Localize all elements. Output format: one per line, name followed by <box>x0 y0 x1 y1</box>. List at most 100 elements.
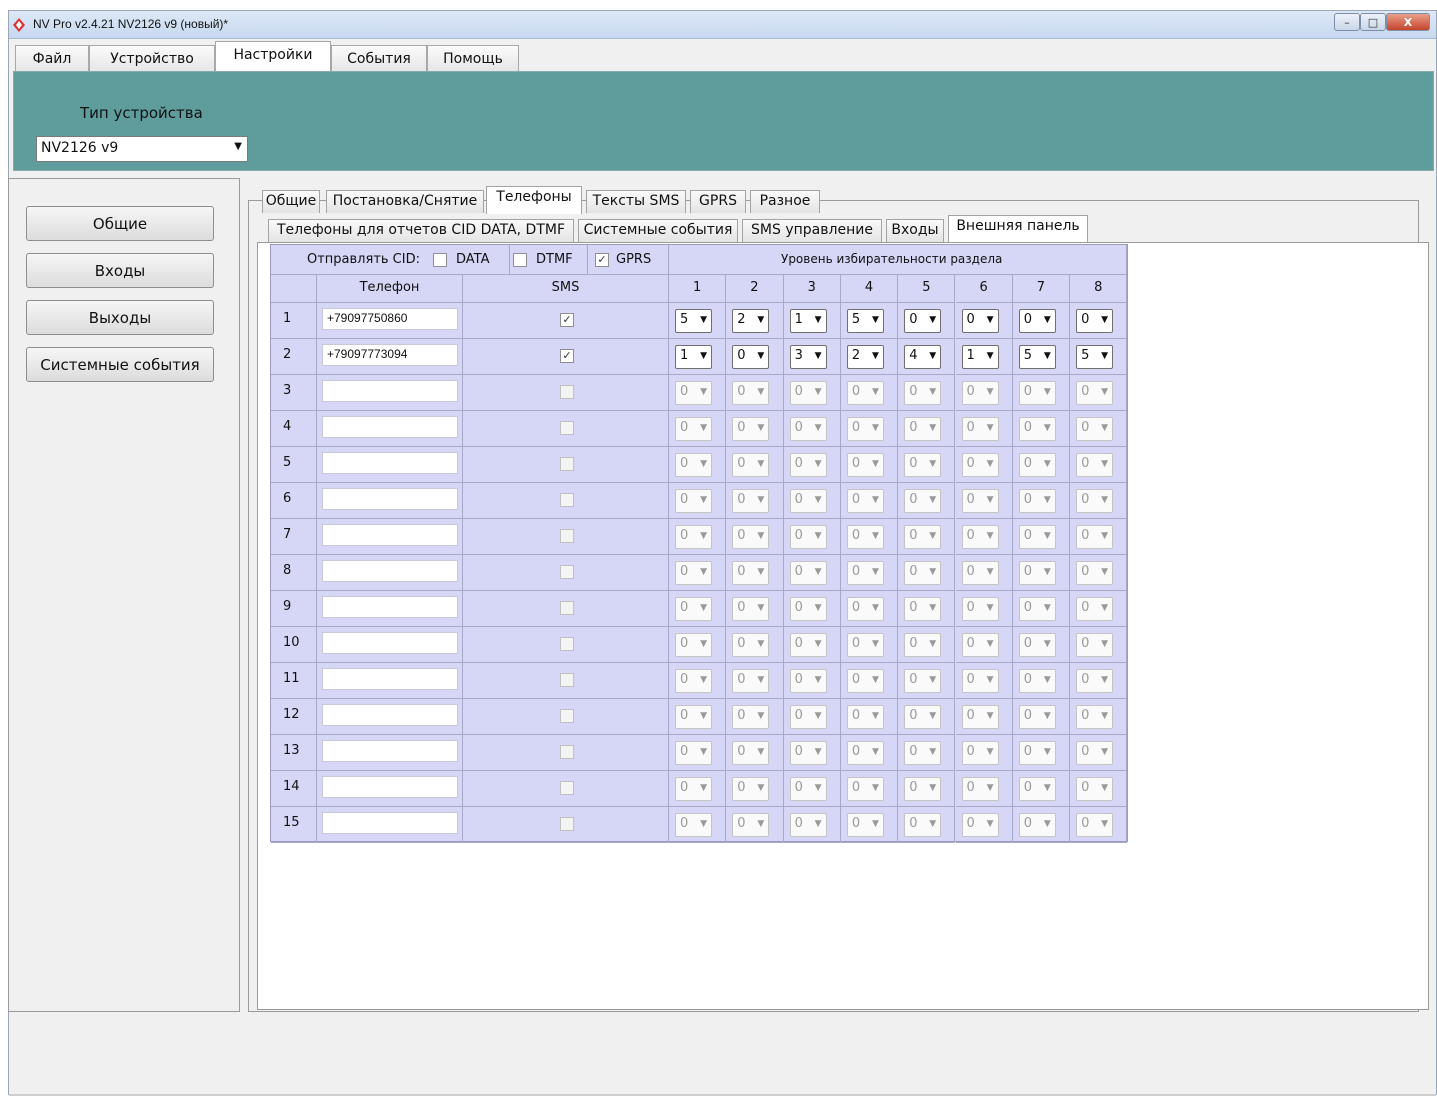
level-select[interactable]: 0 ▼ <box>1076 669 1114 693</box>
level-select[interactable]: 0 ▼ <box>961 381 999 405</box>
sms-checkbox[interactable] <box>560 817 574 831</box>
level-select[interactable]: 0 ▼ <box>846 633 884 657</box>
sms-checkbox[interactable] <box>560 745 574 759</box>
level-select[interactable]: 0 ▼ <box>1076 741 1114 765</box>
level-select[interactable]: 0 ▼ <box>904 669 942 693</box>
level-select[interactable]: 0 ▼ <box>1018 813 1056 837</box>
level-select[interactable]: 0 ▼ <box>846 813 884 837</box>
cid-gprs-checkbox[interactable]: ✓ <box>595 253 609 267</box>
level-select[interactable]: 0 ▼ <box>961 561 999 585</box>
phone-input[interactable] <box>322 812 458 834</box>
level-select[interactable]: 0 ▼ <box>732 561 770 585</box>
level-select[interactable]: 0 ▼ <box>961 525 999 549</box>
sidebar-button-inputs[interactable]: Входы <box>26 253 214 288</box>
sms-checkbox[interactable] <box>560 673 574 687</box>
tab-sms-control[interactable]: SMS управление <box>742 219 882 242</box>
level-select[interactable]: 0 ▼ <box>846 669 884 693</box>
phone-input[interactable] <box>322 488 458 510</box>
level-select[interactable]: 0 ▼ <box>1076 453 1114 477</box>
level-select[interactable]: 0 ▼ <box>732 741 770 765</box>
level-select[interactable]: 0 ▼ <box>846 417 884 441</box>
level-select[interactable]: 0 ▼ <box>904 633 942 657</box>
level-select[interactable]: 0 ▼ <box>1018 309 1056 333</box>
level-select[interactable]: 0 ▼ <box>1076 705 1114 729</box>
level-select[interactable]: 0 ▼ <box>1018 417 1056 441</box>
level-select[interactable]: 0 ▼ <box>1018 777 1056 801</box>
level-select[interactable]: 5 ▼ <box>1076 345 1114 369</box>
level-select[interactable]: 0 ▼ <box>846 489 884 513</box>
level-select[interactable]: 1 ▼ <box>961 345 999 369</box>
level-select[interactable]: 0 ▼ <box>846 525 884 549</box>
phone-input[interactable]: +79097773094 <box>322 344 458 366</box>
level-select[interactable]: 0 ▼ <box>675 561 712 585</box>
tab-sms-texts[interactable]: Тексты SMS <box>586 190 686 213</box>
level-select[interactable]: 0 ▼ <box>789 417 827 441</box>
cid-dtmf-checkbox[interactable] <box>513 253 527 267</box>
level-select[interactable]: 0 ▼ <box>904 777 942 801</box>
level-select[interactable]: 0 ▼ <box>732 669 770 693</box>
level-select[interactable]: 0 ▼ <box>846 777 884 801</box>
phone-input[interactable] <box>322 704 458 726</box>
cid-data-checkbox[interactable] <box>433 253 447 267</box>
sms-checkbox[interactable]: ✓ <box>560 313 574 327</box>
level-select[interactable]: 0 ▼ <box>675 813 712 837</box>
level-select[interactable]: 0 ▼ <box>675 741 712 765</box>
level-select[interactable]: 0 ▼ <box>675 597 712 621</box>
level-select[interactable]: 0 ▼ <box>904 417 942 441</box>
level-select[interactable]: 0 ▼ <box>1076 633 1114 657</box>
tab-inputs[interactable]: Входы <box>886 219 944 242</box>
phone-input[interactable] <box>322 668 458 690</box>
sms-checkbox[interactable] <box>560 601 574 615</box>
level-select[interactable]: 0 ▼ <box>904 453 942 477</box>
level-select[interactable]: 0 ▼ <box>675 525 712 549</box>
tab-general[interactable]: Общие <box>262 190 320 213</box>
level-select[interactable]: 0 ▼ <box>846 705 884 729</box>
level-select[interactable]: 4 ▼ <box>904 345 942 369</box>
maximize-button[interactable]: □ <box>1360 13 1386 31</box>
level-select[interactable]: 0 ▼ <box>1018 597 1056 621</box>
level-select[interactable]: 0 ▼ <box>1076 597 1114 621</box>
level-select[interactable]: 0 ▼ <box>789 489 827 513</box>
level-select[interactable]: 0 ▼ <box>846 381 884 405</box>
menu-settings[interactable]: Настройки <box>215 41 331 71</box>
level-select[interactable]: 0 ▼ <box>961 417 999 441</box>
level-select[interactable]: 0 ▼ <box>789 777 827 801</box>
sms-checkbox[interactable]: ✓ <box>560 349 574 363</box>
level-select[interactable]: 0 ▼ <box>732 381 770 405</box>
level-select[interactable]: 0 ▼ <box>961 669 999 693</box>
level-select[interactable]: 0 ▼ <box>961 597 999 621</box>
level-select[interactable]: 0 ▼ <box>732 345 770 369</box>
level-select[interactable]: 0 ▼ <box>1018 525 1056 549</box>
level-select[interactable]: 0 ▼ <box>732 633 770 657</box>
tab-phones[interactable]: Телефоны <box>486 186 582 214</box>
level-select[interactable]: 0 ▼ <box>789 381 827 405</box>
sidebar-button-outputs[interactable]: Выходы <box>26 300 214 335</box>
level-select[interactable]: 5 ▼ <box>846 309 884 333</box>
menu-device[interactable]: Устройство <box>89 45 215 71</box>
sms-checkbox[interactable] <box>560 529 574 543</box>
level-select[interactable]: 0 ▼ <box>961 705 999 729</box>
level-select[interactable]: 0 ▼ <box>1018 489 1056 513</box>
level-select[interactable]: 0 ▼ <box>1076 561 1114 585</box>
level-select[interactable]: 0 ▼ <box>789 633 827 657</box>
level-select[interactable]: 0 ▼ <box>675 669 712 693</box>
sidebar-button-system-events[interactable]: Системные события <box>26 347 214 382</box>
level-select[interactable]: 0 ▼ <box>732 489 770 513</box>
level-select[interactable]: 0 ▼ <box>904 561 942 585</box>
level-select[interactable]: 0 ▼ <box>789 741 827 765</box>
level-select[interactable]: 0 ▼ <box>904 309 942 333</box>
sms-checkbox[interactable] <box>560 709 574 723</box>
level-select[interactable]: 3 ▼ <box>789 345 827 369</box>
level-select[interactable]: 0 ▼ <box>675 777 712 801</box>
tab-cid-phones[interactable]: Телефоны для отчетов CID DATA, DTMF <box>268 219 574 242</box>
tab-arm-disarm[interactable]: Постановка/Снятие <box>326 190 484 213</box>
level-select[interactable]: 0 ▼ <box>1076 525 1114 549</box>
level-select[interactable]: 0 ▼ <box>789 453 827 477</box>
level-select[interactable]: 0 ▼ <box>789 705 827 729</box>
level-select[interactable]: 0 ▼ <box>675 417 712 441</box>
level-select[interactable]: 0 ▼ <box>1076 417 1114 441</box>
phone-input[interactable] <box>322 416 458 438</box>
tab-gprs[interactable]: GPRS <box>690 190 746 213</box>
minimize-button[interactable]: – <box>1334 13 1360 31</box>
level-select[interactable]: 0 ▼ <box>1018 669 1056 693</box>
